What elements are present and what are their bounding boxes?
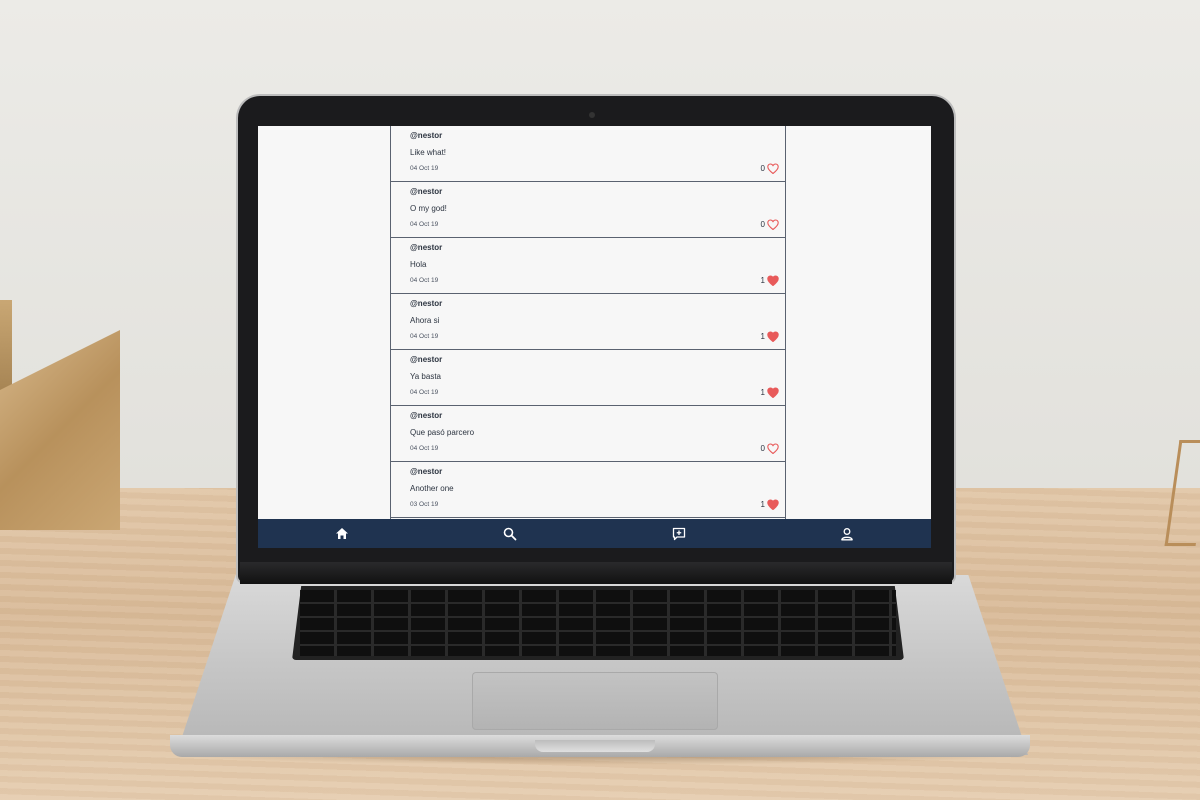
post-date: 03 Oct 19 xyxy=(410,501,439,508)
heart-filled-icon[interactable] xyxy=(767,387,779,398)
app-screen: @nestor Like what! 04 Oct 19 0 @nestor O my g… xyxy=(258,126,931,548)
post-item[interactable]: @nestor Ya basta 04 Oct 19 1 xyxy=(391,350,785,406)
like-control: 1 xyxy=(761,499,779,510)
like-count: 0 xyxy=(760,444,765,453)
laptop-notch xyxy=(535,740,655,752)
heart-outline-icon[interactable] xyxy=(767,219,779,230)
post-date: 04 Oct 19 xyxy=(410,333,439,340)
like-count: 1 xyxy=(760,388,765,397)
nav-search-button[interactable] xyxy=(426,519,594,548)
like-count: 0 xyxy=(760,220,765,229)
post-username[interactable]: @nestor xyxy=(410,131,442,140)
post-item[interactable]: @nestor Hola 04 Oct 19 1 xyxy=(391,238,785,294)
post-item[interactable]: @nestor Like what! 04 Oct 19 0 xyxy=(391,126,785,182)
post-username[interactable]: @nestor xyxy=(410,355,442,364)
photo-scene: @nestor Like what! 04 Oct 19 0 @nestor O my g… xyxy=(0,0,1200,800)
post-text: Another one xyxy=(410,484,454,493)
bottom-navbar xyxy=(258,519,931,548)
post-date: 04 Oct 19 xyxy=(410,221,439,228)
like-control: 1 xyxy=(761,275,779,286)
like-count: 1 xyxy=(760,332,765,341)
post-date: 04 Oct 19 xyxy=(410,277,439,284)
post-item[interactable]: @nestor O my god! 04 Oct 19 0 xyxy=(391,182,785,238)
camera-icon xyxy=(589,112,595,118)
like-count: 1 xyxy=(760,276,765,285)
post-text: Que pasó parcero xyxy=(410,428,475,437)
heart-outline-icon[interactable] xyxy=(767,443,779,454)
nav-profile-button[interactable] xyxy=(763,519,931,548)
trackpad xyxy=(472,672,718,730)
post-username[interactable]: @nestor xyxy=(410,187,442,196)
search-icon xyxy=(504,527,517,540)
new-post-icon xyxy=(672,527,685,540)
post-text: Like what! xyxy=(410,148,447,157)
nav-new-post-button[interactable] xyxy=(595,519,763,548)
heart-filled-icon[interactable] xyxy=(767,499,779,510)
post-text: O my god! xyxy=(410,204,447,213)
like-control: 1 xyxy=(761,331,779,342)
post-date: 04 Oct 19 xyxy=(410,445,439,452)
post-item[interactable]: @nestor Ahora si 04 Oct 19 1 xyxy=(391,294,785,350)
post-username[interactable]: @nestor xyxy=(410,467,442,476)
post-username[interactable]: @nestor xyxy=(410,243,442,252)
nav-home-button[interactable] xyxy=(258,519,426,548)
post-item[interactable]: @nestor Que pasó parcero 04 Oct 19 0 xyxy=(391,406,785,462)
post-text: Hola xyxy=(410,260,427,269)
post-item[interactable]: @nestor Another one 03 Oct 19 1 xyxy=(391,462,785,518)
post-feed[interactable]: @nestor Like what! 04 Oct 19 0 @nestor O my g… xyxy=(390,126,786,519)
heart-filled-icon[interactable] xyxy=(767,275,779,286)
post-text: Ya basta xyxy=(410,372,441,381)
like-count: 1 xyxy=(760,500,765,509)
post-text: Ahora si xyxy=(410,316,440,325)
post-date: 04 Oct 19 xyxy=(410,165,439,172)
laptop-hinge xyxy=(240,562,952,584)
post-username[interactable]: @nestor xyxy=(410,299,442,308)
like-count: 0 xyxy=(760,164,765,173)
like-control: 0 xyxy=(761,443,779,454)
profile-icon xyxy=(841,527,853,540)
post-username[interactable]: @nestor xyxy=(410,411,442,420)
heart-filled-icon[interactable] xyxy=(767,331,779,342)
like-control: 0 xyxy=(761,219,779,230)
like-control: 0 xyxy=(761,163,779,174)
keyboard-keys xyxy=(300,590,896,656)
post-date: 04 Oct 19 xyxy=(410,389,439,396)
home-icon xyxy=(336,528,349,539)
heart-outline-icon[interactable] xyxy=(767,163,779,174)
like-control: 1 xyxy=(761,387,779,398)
